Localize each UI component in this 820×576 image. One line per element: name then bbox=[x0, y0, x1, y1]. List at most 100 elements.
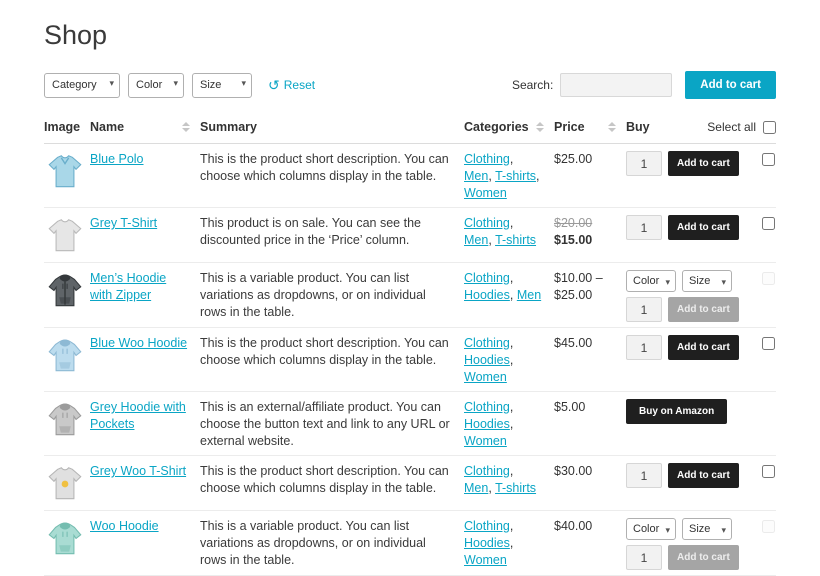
table-row: Grey T-Shirt This product is on sale. You… bbox=[44, 208, 776, 263]
sale-price: $15.00 bbox=[554, 233, 592, 247]
toolbar: Category ▾ Color ▾ Size ▾ ↺ Reset Search… bbox=[44, 71, 776, 99]
category-link[interactable]: Hoodies bbox=[464, 536, 510, 550]
header-price[interactable]: Price bbox=[554, 111, 626, 144]
product-categories: Clothing, Men, T-shirts bbox=[464, 456, 554, 511]
sort-icon[interactable] bbox=[182, 122, 190, 132]
product-table: Image Name Summary Categories Price Buy bbox=[44, 111, 776, 576]
select-all-label: Select all bbox=[707, 120, 756, 134]
sort-icon[interactable] bbox=[608, 122, 616, 132]
category-link[interactable]: T-shirts bbox=[495, 233, 536, 247]
product-image[interactable] bbox=[44, 399, 86, 441]
row-checkbox[interactable] bbox=[762, 153, 775, 166]
row-checkbox bbox=[762, 520, 775, 533]
buy-on-amazon-button[interactable]: Buy on Amazon bbox=[626, 399, 727, 424]
category-link[interactable]: Clothing bbox=[464, 519, 510, 533]
header-categories[interactable]: Categories bbox=[464, 111, 554, 144]
category-link[interactable]: Clothing bbox=[464, 400, 510, 414]
add-to-cart-button[interactable]: Add to cart bbox=[668, 151, 739, 176]
category-link[interactable]: Women bbox=[464, 434, 507, 448]
category-filter-select[interactable]: Category bbox=[44, 73, 120, 98]
category-link[interactable]: Men bbox=[464, 169, 488, 183]
shop-page: Shop Category ▾ Color ▾ Size ▾ ↺ Reset S… bbox=[0, 0, 820, 576]
quantity-input[interactable] bbox=[626, 151, 662, 176]
product-name-link[interactable]: Woo Hoodie bbox=[90, 519, 159, 533]
row-checkbox[interactable] bbox=[762, 337, 775, 350]
color-variation-select[interactable]: Color bbox=[626, 270, 676, 292]
category-link[interactable]: Women bbox=[464, 553, 507, 567]
size-select[interactable]: Size▾ bbox=[682, 518, 732, 540]
product-categories: Clothing, Hoodies, Women bbox=[464, 511, 554, 576]
product-image[interactable] bbox=[44, 270, 86, 312]
product-summary: This is a variable product. You can list… bbox=[200, 263, 464, 328]
product-image[interactable] bbox=[44, 463, 86, 505]
category-link[interactable]: T-shirts bbox=[495, 481, 536, 495]
quantity-input[interactable] bbox=[626, 545, 662, 570]
size-variation-select[interactable]: Size bbox=[682, 270, 732, 292]
color-filter[interactable]: Color ▾ bbox=[128, 73, 184, 98]
product-name-link[interactable]: Grey Woo T-Shirt bbox=[90, 464, 186, 478]
product-summary: This is a variable product. You can list… bbox=[200, 511, 464, 576]
header-summary: Summary bbox=[200, 111, 464, 144]
quantity-input[interactable] bbox=[626, 297, 662, 322]
color-filter-select[interactable]: Color bbox=[128, 73, 184, 98]
quantity-input[interactable] bbox=[626, 215, 662, 240]
category-link[interactable]: Hoodies bbox=[464, 288, 510, 302]
add-to-cart-button[interactable]: Add to cart bbox=[668, 335, 739, 360]
color-variation-select[interactable]: Color bbox=[626, 518, 676, 540]
category-link[interactable]: Men bbox=[464, 233, 488, 247]
color-select[interactable]: Color▾ bbox=[626, 270, 676, 292]
sort-icon[interactable] bbox=[536, 122, 544, 132]
category-link[interactable]: Women bbox=[464, 186, 507, 200]
product-summary: This product is on sale. You can see the… bbox=[200, 208, 464, 263]
product-name-link[interactable]: Grey T-Shirt bbox=[90, 216, 157, 230]
size-filter-select[interactable]: Size bbox=[192, 73, 252, 98]
product-categories: Clothing, Hoodies, Men bbox=[464, 263, 554, 328]
reset-icon: ↺ bbox=[268, 77, 280, 94]
category-link[interactable]: Women bbox=[464, 370, 507, 384]
table-row: Blue PoloThis is the product short descr… bbox=[44, 144, 776, 208]
product-name-link[interactable]: Grey Hoodie with Pockets bbox=[90, 400, 186, 431]
size-filter[interactable]: Size ▾ bbox=[192, 73, 252, 98]
header-name[interactable]: Name bbox=[90, 111, 200, 144]
product-price: $10.00 – $25.00 bbox=[554, 263, 626, 328]
quantity-input[interactable] bbox=[626, 335, 662, 360]
product-image[interactable] bbox=[44, 151, 86, 193]
product-image[interactable] bbox=[44, 335, 86, 377]
size-variation-select[interactable]: Size bbox=[682, 518, 732, 540]
category-link[interactable]: Hoodies bbox=[464, 417, 510, 431]
reset-label: Reset bbox=[284, 78, 315, 92]
category-link[interactable]: Clothing bbox=[464, 271, 510, 285]
regular-price: $20.00 bbox=[554, 216, 592, 230]
category-link[interactable]: Hoodies bbox=[464, 353, 510, 367]
product-name-link[interactable]: Blue Polo bbox=[90, 152, 144, 166]
reset-link[interactable]: ↺ Reset bbox=[268, 77, 315, 94]
product-price: $40.00 bbox=[554, 511, 626, 576]
color-select[interactable]: Color▾ bbox=[626, 518, 676, 540]
category-filter[interactable]: Category ▾ bbox=[44, 73, 120, 98]
add-selected-to-cart-button[interactable]: Add to cart bbox=[685, 71, 776, 99]
category-link[interactable]: T-shirts bbox=[495, 169, 536, 183]
add-to-cart-button[interactable]: Add to cart bbox=[668, 215, 739, 240]
product-name-link[interactable]: Blue Woo Hoodie bbox=[90, 336, 187, 350]
size-select[interactable]: Size▾ bbox=[682, 270, 732, 292]
add-to-cart-button: Add to cart bbox=[668, 297, 739, 322]
category-link[interactable]: Clothing bbox=[464, 464, 510, 478]
product-categories: Clothing, Men, T-shirts bbox=[464, 208, 554, 263]
category-link[interactable]: Men bbox=[464, 481, 488, 495]
category-link[interactable]: Clothing bbox=[464, 336, 510, 350]
table-row: Men’s Hoodie with Zipper This is a variab… bbox=[44, 263, 776, 328]
row-checkbox[interactable] bbox=[762, 465, 775, 478]
product-summary: This is the product short description. Y… bbox=[200, 456, 464, 511]
select-all-checkbox[interactable] bbox=[763, 121, 776, 134]
category-link[interactable]: Clothing bbox=[464, 216, 510, 230]
quantity-input[interactable] bbox=[626, 463, 662, 488]
add-to-cart-button[interactable]: Add to cart bbox=[668, 463, 739, 488]
category-link[interactable]: Men bbox=[517, 288, 541, 302]
category-link[interactable]: Clothing bbox=[464, 152, 510, 166]
product-image[interactable] bbox=[44, 518, 86, 560]
product-price: $30.00 bbox=[554, 456, 626, 511]
product-name-link[interactable]: Men’s Hoodie with Zipper bbox=[90, 271, 166, 302]
row-checkbox[interactable] bbox=[762, 217, 775, 230]
search-input[interactable] bbox=[560, 73, 672, 97]
product-image[interactable] bbox=[44, 215, 86, 257]
